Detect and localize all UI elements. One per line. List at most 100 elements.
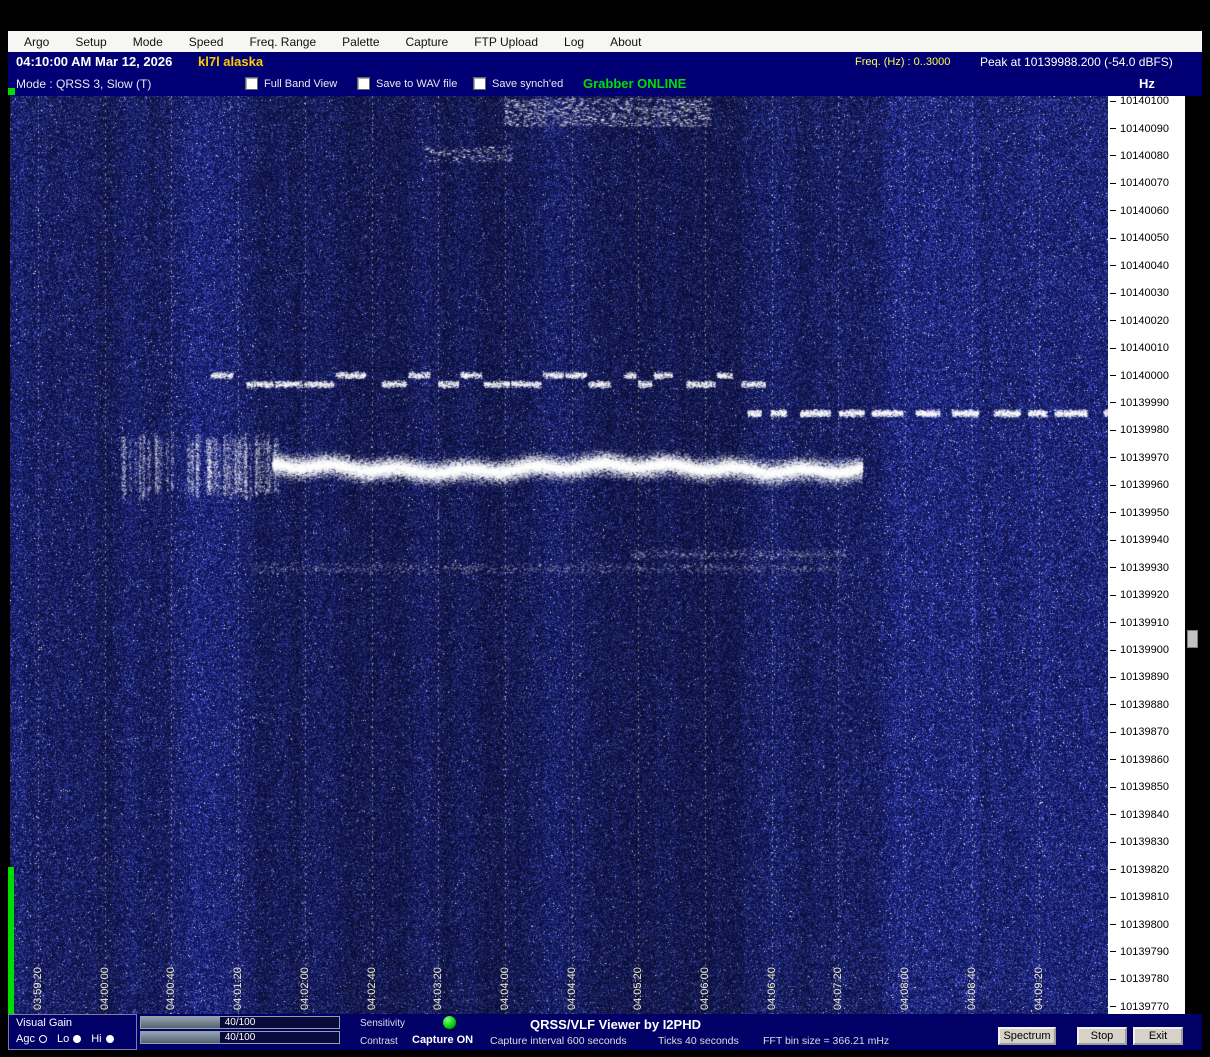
tick-mark: [1110, 210, 1116, 212]
tick-mark: [1110, 402, 1116, 404]
frequency-label: 10140050: [1120, 232, 1169, 245]
menu-item[interactable]: Freq. Range: [249, 35, 316, 49]
tick-mark: [1110, 704, 1116, 706]
frequency-scale-row: 10139800: [1110, 918, 1169, 932]
mode-label: Mode : QRSS 3, Slow (T): [16, 77, 152, 91]
tick-mark: [1110, 292, 1116, 294]
frequency-scale-row: 10139990: [1110, 396, 1169, 410]
frequency-label: 10139980: [1120, 424, 1169, 437]
tick-mark: [1110, 759, 1116, 761]
menu-item[interactable]: About: [610, 35, 641, 49]
frequency-scale-row: 10139840: [1110, 808, 1169, 822]
frequency-scale-row: 10139930: [1110, 561, 1169, 575]
frequency-scale-row: 10139920: [1110, 588, 1169, 602]
menu-item[interactable]: Capture: [406, 35, 449, 49]
frequency-scale-row: 10139890: [1110, 670, 1169, 684]
frequency-label: 10140010: [1120, 342, 1169, 354]
level-indicator-square: [8, 88, 15, 95]
frequency-scale-row: 10139970: [1110, 451, 1169, 465]
ticks-info-label: Ticks 40 seconds: [658, 1035, 739, 1047]
tick-mark: [1110, 622, 1116, 623]
tick-mark: [1110, 676, 1116, 678]
menu-item[interactable]: Palette: [342, 35, 379, 49]
frequency-label: 10139900: [1120, 644, 1169, 656]
contrast-value: 40/100: [224, 1032, 256, 1043]
status-bar: 04:10:00 AM Mar 12, 2026 kl7l alaska Fre…: [8, 52, 1202, 72]
tick-mark: [1110, 237, 1116, 239]
sensitivity-label: Sensitivity: [360, 1018, 406, 1029]
frequency-scale-row: 10139940: [1110, 533, 1169, 547]
tick-mark: [1110, 100, 1116, 102]
full-band-view-checkbox-group[interactable]: Full Band View: [245, 77, 337, 90]
frequency-label: 10140070: [1120, 177, 1169, 190]
frequency-label: 10140020: [1120, 314, 1169, 327]
hi-label: Hi: [91, 1033, 102, 1045]
tick-mark: [1110, 539, 1116, 541]
frequency-label: 10140060: [1120, 204, 1169, 217]
full-band-view-checkbox[interactable]: [245, 77, 258, 90]
frequency-label: 10140030: [1120, 287, 1169, 300]
tick-mark: [1110, 375, 1116, 376]
frequency-label: 10139860: [1120, 753, 1169, 766]
datetime-label: 04:10:00 AM Mar 12, 2026: [16, 54, 173, 69]
tick-mark: [1110, 896, 1116, 898]
menu-item[interactable]: Argo: [24, 35, 49, 49]
frequency-scale-row: 10139980: [1110, 423, 1169, 437]
scrollbar-thumb[interactable]: [1187, 630, 1198, 648]
tick-mark: [1110, 429, 1116, 431]
lo-radio[interactable]: [73, 1035, 82, 1043]
frequency-scale-row: 10139960: [1110, 478, 1169, 492]
fft-bin-size-label: FFT bin size = 366.21 mHz: [763, 1035, 890, 1047]
spectrogram[interactable]: 03:59:20 04:00:00 04:00:40 04:01:20 04:0…: [10, 96, 1108, 1014]
argo-window: Argo Setup Mode Speed Freq. Range Palett…: [0, 0, 1210, 1057]
menu-item[interactable]: Mode: [133, 35, 163, 49]
contrast-slider[interactable]: 40/100: [140, 1031, 340, 1044]
hi-radio[interactable]: [105, 1035, 114, 1043]
frequency-label: 10139800: [1120, 918, 1169, 931]
checkbox-label: Full Band View: [264, 77, 338, 90]
tick-mark: [1110, 265, 1116, 267]
tick-mark: [1110, 951, 1116, 953]
frequency-label: 10139950: [1120, 506, 1169, 519]
menu-item[interactable]: Log: [564, 35, 584, 49]
menu-item[interactable]: FTP Upload: [474, 35, 538, 49]
tick-mark: [1110, 814, 1116, 816]
frequency-scale-row: 10139880: [1110, 698, 1169, 712]
frequency-scale-row: 10140040: [1110, 259, 1169, 273]
spectrogram-canvas[interactable]: [10, 96, 1108, 1014]
spectrum-button[interactable]: Spectrum: [998, 1027, 1056, 1045]
visual-gain-label: Visual Gain: [16, 1017, 73, 1029]
capture-led-icon: [443, 1016, 456, 1029]
frequency-scale-row: 10139790: [1110, 945, 1169, 959]
save-synched-checkbox[interactable]: [473, 77, 486, 90]
tick-mark: [1110, 869, 1116, 871]
menu-item[interactable]: Setup: [75, 35, 106, 49]
checkbox-label: Save synch'ed: [492, 77, 564, 90]
frequency-scale-row: 10140050: [1110, 231, 1169, 245]
exit-button[interactable]: Exit: [1133, 1027, 1183, 1045]
frequency-label: 10139890: [1120, 671, 1169, 684]
frequency-scale-row: 10139870: [1110, 725, 1169, 739]
hz-unit-label: Hz: [1139, 76, 1155, 91]
mode-bar: Mode : QRSS 3, Slow (T) Full Band View S…: [8, 72, 1202, 96]
tick-mark: [1110, 182, 1116, 184]
frequency-scale-row: 10140070: [1110, 176, 1169, 190]
save-wav-checkbox[interactable]: [357, 77, 370, 90]
frequency-scale-row: 10140060: [1110, 204, 1169, 218]
frequency-label: 10139790: [1120, 945, 1169, 958]
frequency-label: 10139850: [1120, 781, 1169, 794]
save-synched-checkbox-group[interactable]: Save synch'ed: [473, 77, 563, 90]
frequency-label: 10139820: [1120, 863, 1169, 876]
save-wav-checkbox-group[interactable]: Save to WAV file: [357, 77, 457, 90]
bottom-control-bar: Visual Gain Agc Lo Hi 40/100 40/100 Sens…: [8, 1014, 1202, 1050]
sensitivity-slider[interactable]: 40/100: [140, 1016, 340, 1029]
frequency-scale: 10140100 10140090 10140080 10140070 1014…: [1108, 96, 1185, 1014]
tick-mark: [1110, 484, 1116, 486]
frequency-label: 10139870: [1120, 726, 1169, 739]
agc-radio[interactable]: [38, 1035, 47, 1043]
frequency-scale-row: 10139910: [1110, 616, 1169, 630]
frequency-scale-row: 10140020: [1110, 314, 1169, 328]
stop-button[interactable]: Stop: [1077, 1027, 1127, 1045]
frequency-label: 10139920: [1120, 589, 1169, 602]
menu-item[interactable]: Speed: [189, 35, 224, 49]
